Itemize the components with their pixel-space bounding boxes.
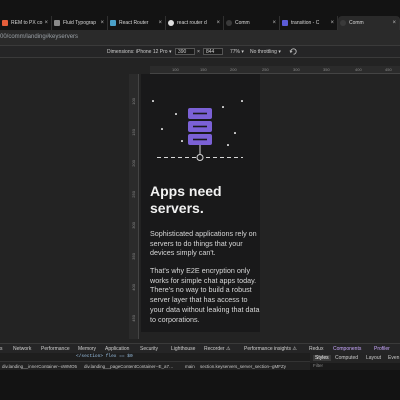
devtools-tab-bar: s Network Performance Memory Application… <box>0 343 400 353</box>
ruler-tick: 150 <box>200 67 207 72</box>
ruler-tick: 250 <box>131 191 136 198</box>
tab-label: react router d <box>177 20 207 26</box>
tab-lighthouse[interactable]: Lighthouse <box>171 346 195 352</box>
tab-fluid-typography[interactable]: Fluid Typograp × <box>52 16 108 30</box>
encryption-paragraph: That's why E2E encryption only works for… <box>150 266 260 324</box>
dom-breadcrumb: div.landing__innerContainer--xWMO5 div.l… <box>0 361 310 370</box>
ruler-tick: 450 <box>131 315 136 322</box>
page-headline: Apps need servers. <box>150 183 222 216</box>
ruler-tick: 350 <box>131 253 136 260</box>
tab-application[interactable]: Application <box>105 346 129 352</box>
server-stack-icon <box>157 108 243 161</box>
comm-favicon-icon <box>226 20 232 26</box>
close-icon[interactable]: × <box>392 20 396 26</box>
tab-recorder[interactable]: Recorder ⚠ <box>204 346 230 352</box>
ruler-tick: 300 <box>293 67 300 72</box>
close-icon[interactable]: × <box>272 20 276 26</box>
horizontal-ruler: 100 150 200 250 300 350 400 450 <box>150 66 400 74</box>
browser-tab-strip: REM to PX co × Fluid Typograp × React Ro… <box>0 0 400 30</box>
ruler-tick: 450 <box>385 67 392 72</box>
tab-react-router[interactable]: React Router × <box>108 16 166 30</box>
tab-label: React Router <box>119 20 149 26</box>
url-text[interactable]: 00/comm/landing#keyservers <box>0 34 78 40</box>
tab-label: transition - C <box>291 20 320 26</box>
tab-styles[interactable]: Styles <box>313 355 331 361</box>
tab-label: Fluid Typograp <box>63 20 96 26</box>
tab-event-listeners[interactable]: Even <box>388 355 399 361</box>
ruler-tick: 150 <box>131 129 136 136</box>
tab-network[interactable]: Network <box>13 346 31 352</box>
star-icon <box>241 100 243 102</box>
device-dimensions-select[interactable]: Dimensions: iPhone 12 Pro ▾ <box>107 49 172 55</box>
selected-node[interactable]: </section> flex == $0 <box>76 354 133 359</box>
vertical-ruler: 100 150 200 250 300 350 400 450 <box>129 74 139 339</box>
ruler-tick: 400 <box>131 284 136 291</box>
tab-redux[interactable]: Redux <box>309 346 323 352</box>
tab-favicon-icon <box>110 20 116 26</box>
tab-components[interactable]: Components <box>333 346 361 352</box>
ruler-tick: 200 <box>131 160 136 167</box>
tab-layout[interactable]: Layout <box>366 355 381 361</box>
device-width-input[interactable]: 390 <box>175 48 195 55</box>
close-icon[interactable]: × <box>330 20 334 26</box>
breadcrumb-item[interactable]: div.landing__pageContentContainer--E_a7… <box>84 364 173 369</box>
zoom-select[interactable]: 77% ▾ <box>230 49 244 55</box>
tab-favicon-icon <box>282 20 288 26</box>
tab-comm-1[interactable]: Comm × <box>224 16 280 30</box>
breadcrumb-item[interactable]: main <box>185 364 195 369</box>
comm-favicon-icon <box>340 20 346 26</box>
device-height-input[interactable]: 844 <box>203 48 223 55</box>
styles-filter-input[interactable]: Filter <box>310 363 400 370</box>
tab-comm-active[interactable]: Comm × <box>338 16 400 30</box>
address-bar[interactable]: 00/comm/landing#keyservers <box>0 30 400 46</box>
tab-performance[interactable]: Performance <box>41 346 70 352</box>
device-toolbar: Dimensions: iPhone 12 Pro ▾ 390 × 844 77… <box>0 46 400 58</box>
breadcrumb-item[interactable]: section.keyservers_server_section--gMFZy <box>200 364 286 369</box>
intro-paragraph: Sophisticated applications rely on serve… <box>150 229 257 258</box>
dimension-separator: × <box>197 49 200 55</box>
ruler-tick: 200 <box>230 67 237 72</box>
tab-favicon-icon <box>168 20 174 26</box>
tab-sources[interactable]: s <box>0 346 3 352</box>
tab-transition[interactable]: transition - C × <box>280 16 338 30</box>
ruler-tick: 300 <box>131 222 136 229</box>
close-icon[interactable]: × <box>158 20 162 26</box>
styles-panel: Styles Computed Layout Even Filter <box>310 353 400 370</box>
ruler-tick: 250 <box>262 67 269 72</box>
tab-react-router-docs[interactable]: react router d × <box>166 16 224 30</box>
ruler-tick: 400 <box>355 67 362 72</box>
tab-memory[interactable]: Memory <box>78 346 96 352</box>
tab-computed[interactable]: Computed <box>335 355 358 361</box>
close-icon[interactable]: × <box>100 20 104 26</box>
tab-favicon-icon <box>54 20 60 26</box>
elements-tree: </section> flex == $0 <box>0 353 310 361</box>
tab-performance-insights[interactable]: Performance insights ⚠ <box>244 346 297 352</box>
breadcrumb-item[interactable]: div.landing__innerContainer--xWMO5 <box>2 364 77 369</box>
star-icon <box>152 100 154 102</box>
tab-profiler[interactable]: Profiler <box>374 346 390 352</box>
tab-label: Comm <box>349 20 364 26</box>
tab-rem-to-px[interactable]: REM to PX co × <box>0 16 52 30</box>
tab-label: Comm <box>235 20 250 26</box>
ruler-tick: 100 <box>172 67 179 72</box>
tab-security[interactable]: Security <box>140 346 158 352</box>
close-icon[interactable]: × <box>216 20 220 26</box>
throttling-select[interactable]: No throttling ▾ <box>250 49 281 55</box>
ruler-tick: 350 <box>323 67 330 72</box>
tab-label: REM to PX co <box>11 20 43 26</box>
tab-favicon-icon <box>2 20 8 26</box>
close-icon[interactable]: × <box>44 20 48 26</box>
window-bottom-edge <box>0 370 400 400</box>
ruler-tick: 100 <box>131 98 136 105</box>
rotate-icon[interactable] <box>289 47 298 58</box>
